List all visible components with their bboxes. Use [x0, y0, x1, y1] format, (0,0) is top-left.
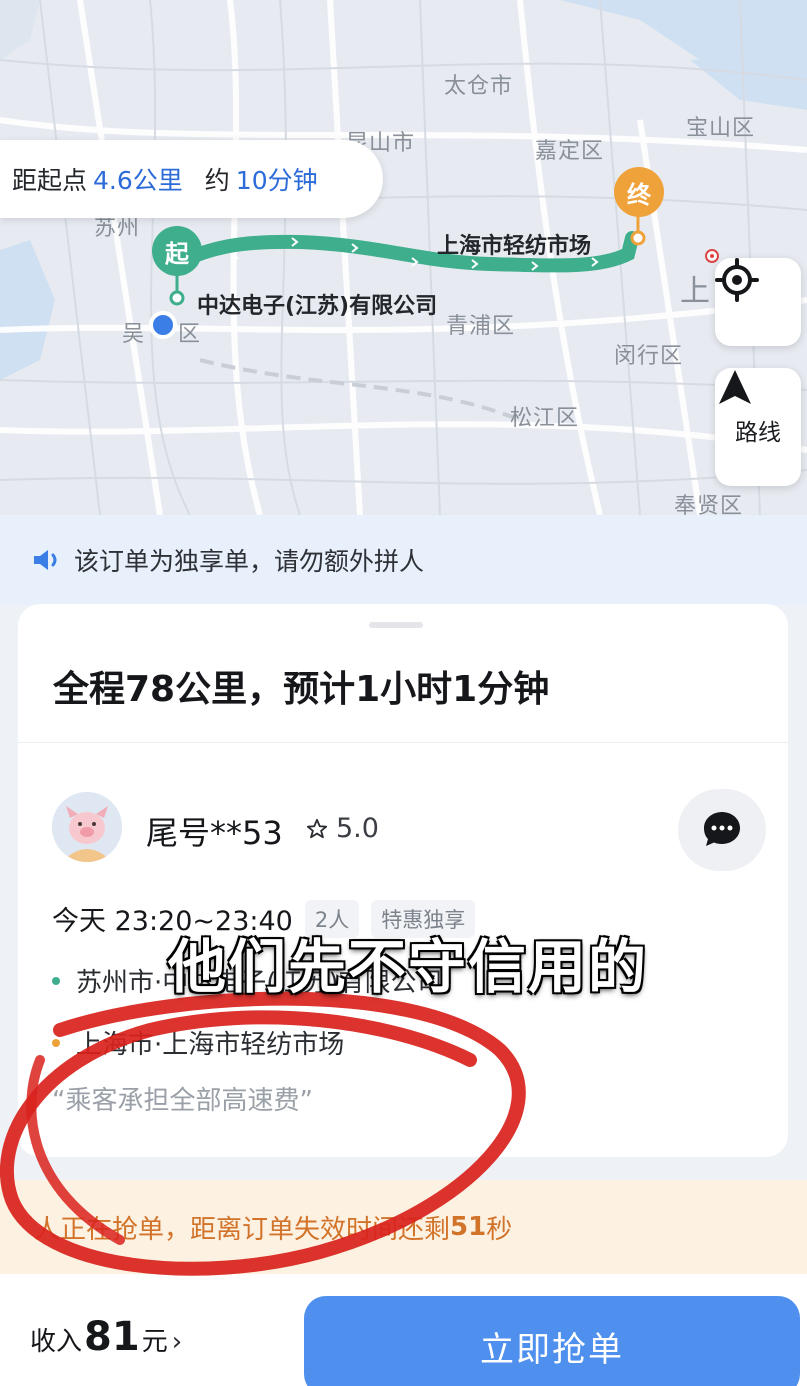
- rating-value: 5.0: [336, 813, 379, 844]
- chat-bubble-icon: [704, 812, 740, 846]
- income-unit: 元: [141, 1327, 168, 1357]
- route-button-label: 路线: [735, 420, 781, 446]
- bottom-action-bar: 收入 81 元 › 立即抢单: [0, 1274, 807, 1386]
- countdown-prefix: 人正在抢单，距离订单失效时间还剩: [34, 1214, 451, 1245]
- chat-button[interactable]: [678, 789, 766, 871]
- to-address: 上海市·上海市轻纺市场: [52, 1024, 344, 1061]
- map-label-shang: 上: [680, 274, 711, 309]
- end-place-label: 上海市轻纺市场: [437, 234, 592, 259]
- distance-value: 4.6公里: [93, 166, 183, 195]
- time-prefix: 约: [204, 166, 230, 195]
- countdown-suffix: 秒: [486, 1214, 513, 1245]
- map-label-fengxian: 奉贤区: [674, 494, 744, 515]
- speaker-icon: [34, 550, 57, 570]
- map-label-jiading: 嘉定区: [535, 139, 605, 164]
- trip-summary: 全程78公里，预计1小时1分钟: [53, 669, 550, 710]
- grab-order-button[interactable]: 立即抢单: [304, 1296, 800, 1386]
- passenger-remark: “乘客承担全部高速费”: [52, 1086, 313, 1116]
- exclusive-order-notice: 该订单为独享单，请勿额外拼人: [0, 515, 807, 605]
- passenger-name: 尾号**53: [146, 814, 283, 852]
- countdown-seconds: 51: [450, 1212, 487, 1242]
- start-pin: 起: [152, 226, 202, 276]
- income-link[interactable]: 收入 81 元 ›: [30, 1314, 182, 1360]
- route-button[interactable]: 路线: [715, 368, 801, 486]
- map-label-minhang: 闵行区: [614, 344, 684, 369]
- avatar[interactable]: [52, 792, 122, 862]
- drag-handle[interactable]: [369, 622, 423, 628]
- map-view[interactable]: 太仓市 昆山市 嘉定区 宝山区 苏州 吴 区 青浦区 闵行区 松江区 奉贤区 上…: [0, 0, 807, 515]
- pig-avatar-icon: [52, 792, 122, 862]
- video-subtitle: 他们先不守信用的: [168, 933, 649, 1001]
- income-label: 收入: [30, 1327, 83, 1357]
- time-value: 10分钟: [235, 166, 318, 195]
- income-amount: 81: [84, 1314, 140, 1360]
- map-label-qingpu: 青浦区: [446, 314, 516, 339]
- distance-prefix: 距起点: [12, 166, 88, 195]
- to-address-text: 上海市·上海市轻纺市场: [76, 1030, 345, 1060]
- navigation-arrow-icon: [719, 370, 751, 404]
- start-place-label: 中达电子(江苏)有限公司: [197, 294, 438, 319]
- map-label-taicang: 太仓市: [444, 74, 514, 99]
- locate-button[interactable]: [715, 258, 801, 346]
- map-label-wu: 吴: [122, 322, 146, 347]
- locate-icon: [715, 258, 759, 302]
- notice-text: 该订单为独享单，请勿额外拼人: [74, 547, 425, 576]
- map-label-songjiang: 松江区: [510, 406, 580, 431]
- order-card: 全程78公里，预计1小时1分钟 尾号**53 5.0 今天 23:20~23:4…: [18, 604, 788, 1157]
- end-pin: 终: [614, 167, 664, 217]
- star-icon: [306, 818, 328, 838]
- grab-countdown-bar: 人正在抢单，距离订单失效时间还剩 51 秒: [0, 1180, 807, 1274]
- to-dot: [52, 1038, 60, 1047]
- distance-banner: 距起点 4.6公里 约 10分钟: [0, 140, 383, 218]
- map-label-wu-qu: 区: [178, 322, 202, 347]
- passenger-rating: 5.0: [306, 813, 379, 844]
- map-canvas: [0, 0, 807, 515]
- chevron-right-icon: ›: [171, 1327, 183, 1357]
- divider: [18, 742, 788, 743]
- map-label-baoshan: 宝山区: [686, 116, 756, 141]
- from-dot: [52, 976, 60, 985]
